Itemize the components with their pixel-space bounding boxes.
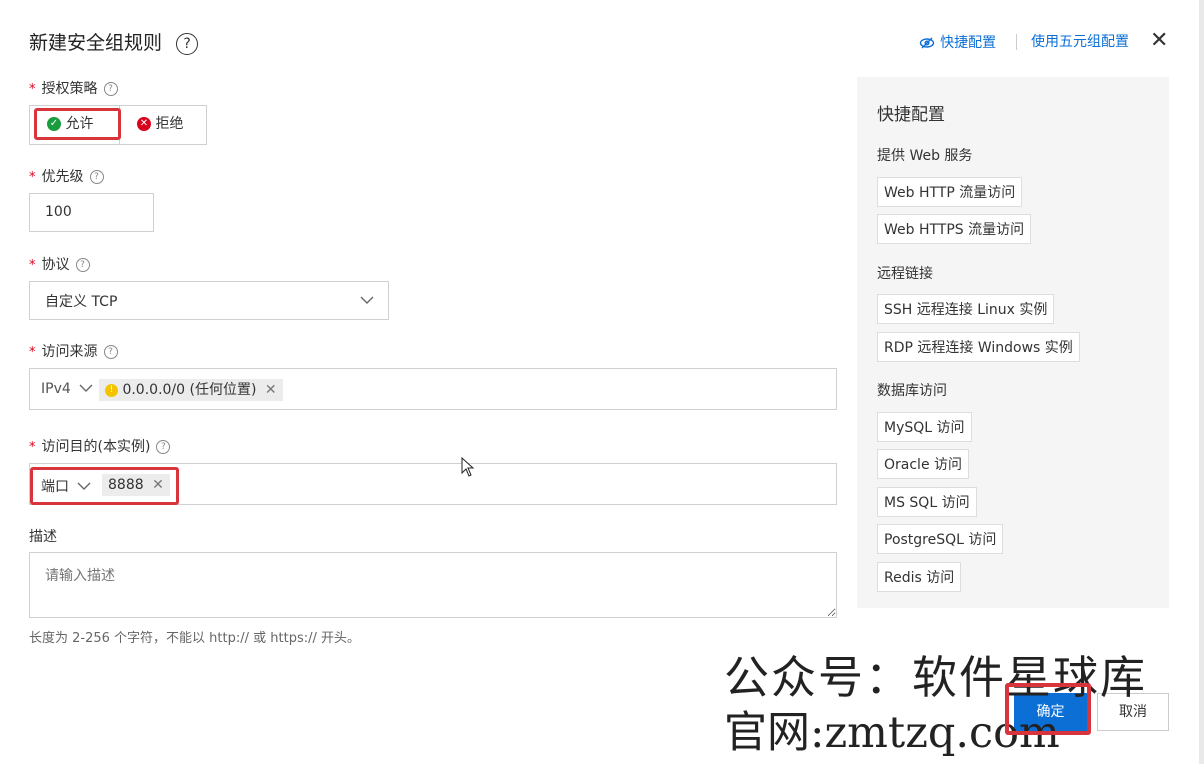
quick-rdp-button[interactable]: RDP 远程连接 Windows 实例 bbox=[877, 332, 1080, 362]
quick-ssh-button[interactable]: SSH 远程连接 Linux 实例 bbox=[877, 294, 1055, 324]
policy-label: 授权策略 bbox=[41, 81, 98, 97]
policy-label-row: * 授权策略? bbox=[29, 80, 118, 99]
group-title-remote: 远程链接 bbox=[877, 266, 933, 282]
required-mark: * bbox=[29, 440, 36, 455]
x-circle-icon: ✕ bbox=[137, 117, 151, 131]
mouse-cursor-icon bbox=[461, 457, 475, 477]
group-title-web: 提供 Web 服务 bbox=[877, 148, 973, 164]
priority-input[interactable]: 100 bbox=[29, 193, 154, 232]
source-type-select[interactable]: IPv4 bbox=[41, 381, 93, 397]
quick-panel-title: 快捷配置 bbox=[877, 105, 945, 125]
quick-mysql-button[interactable]: MySQL 访问 bbox=[877, 412, 972, 442]
description-label: 描述 bbox=[29, 529, 57, 545]
description-textarea[interactable] bbox=[29, 552, 837, 618]
protocol-select[interactable]: 自定义 TCP bbox=[29, 281, 389, 320]
help-icon[interactable]: ? bbox=[75, 258, 90, 272]
required-mark: * bbox=[29, 170, 36, 185]
dialog-title: 新建安全组规则 bbox=[29, 32, 163, 54]
header-divider bbox=[1016, 34, 1017, 50]
quick-redis-button[interactable]: Redis 访问 bbox=[877, 562, 962, 592]
help-icon[interactable]: ? bbox=[156, 440, 171, 454]
quick-oracle-button[interactable]: Oracle 访问 bbox=[877, 449, 970, 479]
protocol-label: 协议 bbox=[41, 257, 70, 273]
quick-postgresql-button[interactable]: PostgreSQL 访问 bbox=[877, 524, 1004, 554]
help-icon[interactable]: ? bbox=[89, 170, 104, 184]
eye-slash-icon bbox=[919, 37, 935, 48]
warning-icon: ! bbox=[105, 383, 118, 397]
help-icon[interactable]: ? bbox=[103, 345, 118, 359]
source-type: IPv4 bbox=[41, 381, 71, 397]
highlight-frame bbox=[1005, 683, 1091, 735]
quick-config-panel: 快捷配置 提供 Web 服务 Web HTTP 流量访问 Web HTTPS 流… bbox=[857, 77, 1169, 608]
protocol-label-row: * 协议? bbox=[29, 256, 90, 275]
quick-web-https-button[interactable]: Web HTTPS 流量访问 bbox=[877, 214, 1032, 244]
chevron-down-icon bbox=[360, 296, 374, 304]
source-label: 访问来源 bbox=[41, 344, 98, 360]
source-label-row: * 访问来源? bbox=[29, 343, 118, 362]
description-hint: 长度为 2-256 个字符，不能以 http:// 或 https:// 开头。 bbox=[29, 631, 360, 646]
quick-config-label: 快捷配置 bbox=[940, 35, 997, 51]
window-edge bbox=[1199, 0, 1204, 764]
deny-label: 拒绝 bbox=[155, 116, 184, 132]
destination-label: 访问目的(本实例) bbox=[41, 439, 151, 455]
highlight-frame bbox=[30, 467, 179, 505]
priority-label: 优先级 bbox=[41, 169, 84, 185]
chevron-down-icon bbox=[79, 384, 93, 392]
quick-web-http-button[interactable]: Web HTTP 流量访问 bbox=[877, 177, 1023, 207]
source-tag: ! 0.0.0.0/0 (任何位置) ✕ bbox=[99, 379, 283, 401]
source-input[interactable]: IPv4 ! 0.0.0.0/0 (任何位置) ✕ bbox=[29, 368, 837, 410]
close-icon[interactable]: ✕ bbox=[1150, 29, 1168, 53]
policy-deny-option[interactable]: ✕ 拒绝 bbox=[137, 114, 183, 134]
quick-mssql-button[interactable]: MS SQL 访问 bbox=[877, 487, 977, 517]
remove-tag-icon[interactable]: ✕ bbox=[265, 382, 277, 398]
quick-config-link[interactable]: 快捷配置 bbox=[919, 32, 996, 53]
source-tag-label: 0.0.0.0/0 (任何位置) bbox=[122, 382, 257, 398]
highlight-frame bbox=[34, 108, 121, 140]
required-mark: * bbox=[29, 345, 36, 360]
group-title-database: 数据库访问 bbox=[877, 383, 947, 399]
dialog-title-row: 新建安全组规则 ? bbox=[29, 30, 199, 56]
required-mark: * bbox=[29, 82, 36, 97]
help-icon[interactable]: ? bbox=[176, 32, 199, 55]
five-tuple-link[interactable]: 使用五元组配置 bbox=[1031, 32, 1129, 52]
destination-label-row: * 访问目的(本实例)? bbox=[29, 438, 171, 457]
priority-label-row: * 优先级? bbox=[29, 168, 104, 187]
required-mark: * bbox=[29, 258, 36, 273]
protocol-value: 自定义 TCP bbox=[45, 294, 118, 310]
help-icon[interactable]: ? bbox=[103, 82, 118, 96]
